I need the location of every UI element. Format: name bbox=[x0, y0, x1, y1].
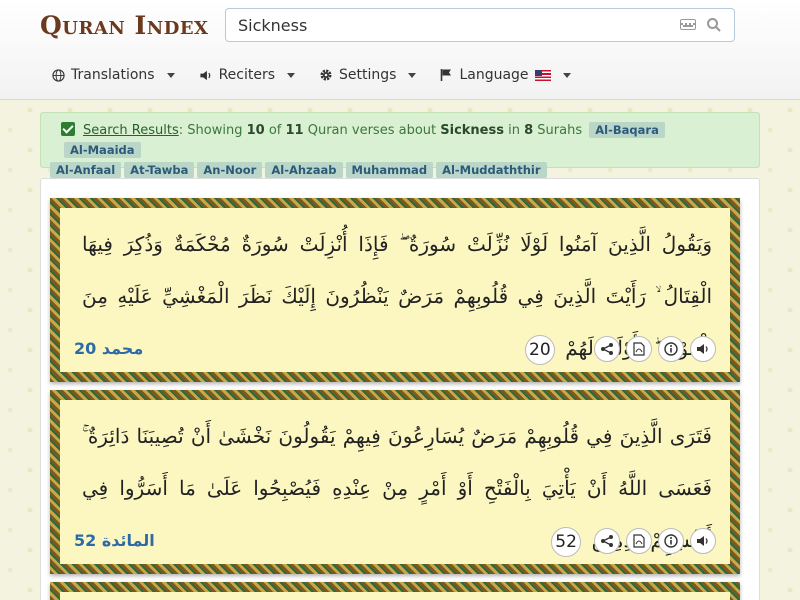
main-nav: Translations Reciters Settings Language bbox=[40, 57, 583, 93]
share-icon bbox=[601, 535, 613, 547]
verse-reference[interactable]: محمد 20 bbox=[74, 339, 143, 358]
of-text: of bbox=[268, 123, 282, 138]
verse-card: فَتَرَى الَّذِينَ فِي قُلُوبِهِمْ مَرَضٌ… bbox=[50, 390, 740, 574]
translations-menu[interactable]: Translations bbox=[40, 57, 187, 93]
surah-tag[interactable]: Muhammad bbox=[345, 162, 434, 178]
settings-menu[interactable]: Settings bbox=[307, 57, 428, 93]
info-button[interactable] bbox=[658, 528, 684, 554]
share-button[interactable] bbox=[594, 336, 620, 362]
surah-tag[interactable]: An-Noor bbox=[197, 162, 263, 178]
search-term: Sickness bbox=[440, 123, 504, 138]
language-menu[interactable]: Language bbox=[428, 57, 582, 93]
volume-icon bbox=[697, 536, 708, 546]
surah-tag[interactable]: Al-Ahzaab bbox=[265, 162, 343, 178]
surah-count: 8 bbox=[524, 123, 534, 138]
reciters-label: Reciters bbox=[218, 67, 276, 83]
keyboard-icon[interactable] bbox=[680, 19, 696, 30]
chevron-down-icon bbox=[287, 72, 296, 78]
surah-tag[interactable]: Al-Maaida bbox=[64, 142, 141, 158]
language-label: Language bbox=[459, 67, 529, 83]
pdf-icon bbox=[633, 534, 645, 548]
verse-actions bbox=[594, 528, 716, 554]
total-count: 11 bbox=[285, 123, 304, 138]
surah-tag[interactable]: Al-Anfaal bbox=[50, 162, 122, 178]
verse-card: وَيَقُولُ الَّذِينَ آمَنُوا لَوْلَا نُزِ… bbox=[50, 198, 740, 382]
us-flag-icon bbox=[534, 69, 551, 81]
search-box bbox=[225, 8, 735, 42]
logo-text: Quran Index bbox=[40, 10, 209, 40]
chevron-down-icon bbox=[408, 72, 417, 78]
volume-icon bbox=[200, 70, 210, 80]
search-input[interactable] bbox=[226, 10, 666, 40]
surahs-text: Surahs bbox=[537, 123, 583, 138]
header: Quran Index Translations Reciters bbox=[0, 0, 800, 100]
pdf-button[interactable] bbox=[626, 336, 652, 362]
verse-card bbox=[50, 582, 740, 600]
pdf-icon bbox=[633, 342, 645, 356]
about-text: Quran verses about bbox=[307, 123, 437, 138]
share-button[interactable] bbox=[594, 528, 620, 554]
reciters-menu[interactable]: Reciters bbox=[187, 57, 307, 93]
checkbox-icon[interactable] bbox=[61, 122, 75, 136]
shown-count: 10 bbox=[246, 123, 265, 138]
flag-icon bbox=[441, 69, 452, 81]
info-icon bbox=[664, 342, 678, 356]
in-text: in bbox=[508, 123, 520, 138]
verse-number: 20 bbox=[524, 334, 555, 365]
pdf-button[interactable] bbox=[626, 528, 652, 554]
logo[interactable]: Quran Index bbox=[40, 8, 209, 42]
globe-icon bbox=[52, 68, 65, 82]
info-button[interactable] bbox=[658, 336, 684, 362]
audio-button[interactable] bbox=[690, 528, 716, 554]
verse-number: 52 bbox=[551, 526, 582, 557]
volume-icon bbox=[697, 344, 708, 354]
showing-text: Showing bbox=[187, 123, 243, 138]
info-icon bbox=[664, 534, 678, 548]
settings-label: Settings bbox=[339, 67, 397, 83]
results-summary: Search Results: Showing 10 of 11 Quran v… bbox=[40, 112, 760, 178]
surah-tag[interactable]: At-Tawba bbox=[124, 162, 195, 178]
surah-tag[interactable]: Al-Muddaththir bbox=[436, 162, 547, 178]
audio-button[interactable] bbox=[690, 336, 716, 362]
chevron-down-icon bbox=[166, 72, 175, 78]
verse-reference[interactable]: المائدة 52 bbox=[74, 531, 155, 550]
verse-actions bbox=[594, 336, 716, 362]
search-results-link[interactable]: Search Results bbox=[83, 123, 179, 138]
chevron-down-icon bbox=[562, 72, 571, 78]
search-icon[interactable] bbox=[706, 17, 722, 33]
surah-tag[interactable]: Al-Baqara bbox=[589, 122, 665, 138]
share-icon bbox=[601, 343, 613, 355]
gear-icon bbox=[320, 69, 332, 81]
translations-label: Translations bbox=[71, 67, 155, 83]
